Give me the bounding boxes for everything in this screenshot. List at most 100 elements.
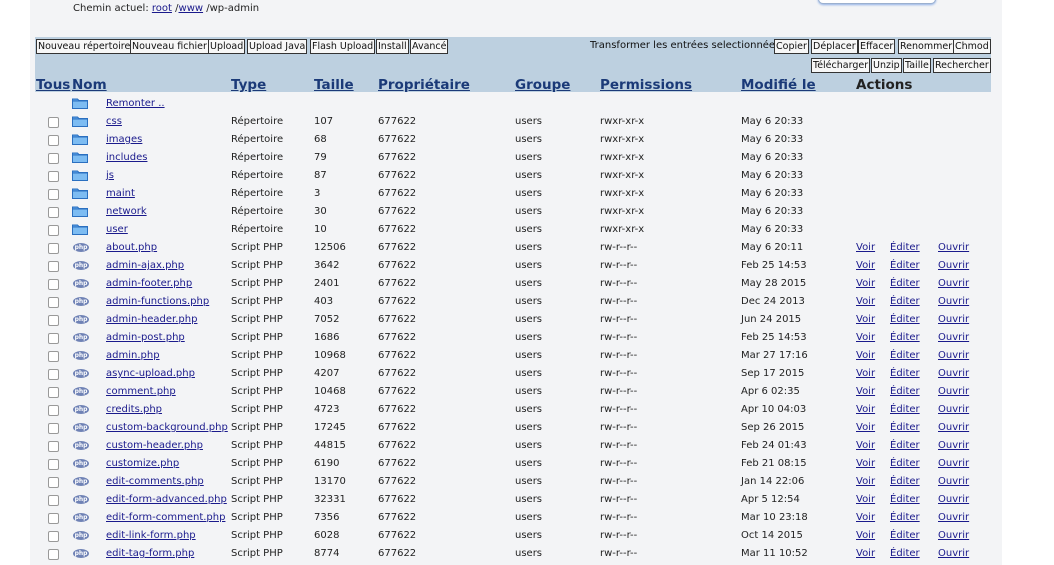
file-name-link[interactable]: admin-post.php [106,332,185,343]
col-tous[interactable]: Tous [36,77,70,93]
file-name-link[interactable]: custom-background.php [106,422,228,433]
effacer-button[interactable]: Effacer [858,39,896,54]
file-permissions[interactable]: rw-r--r-- [600,548,637,559]
edit-link[interactable]: Éditer [890,512,920,523]
view-link[interactable]: Voir [856,242,875,253]
edit-link[interactable]: Éditer [890,296,920,307]
edit-link[interactable]: Éditer [890,530,920,541]
open-link[interactable]: Ouvrir [938,296,969,307]
view-link[interactable]: Voir [856,440,875,451]
chmod-button[interactable]: Chmod [953,39,991,54]
col-nom[interactable]: Nom [72,77,107,93]
edit-link[interactable]: Éditer [890,260,920,271]
row-checkbox[interactable] [48,459,59,470]
file-permissions[interactable]: rw-r--r-- [600,512,637,523]
row-checkbox[interactable] [48,135,59,146]
file-permissions[interactable]: rw-r--r-- [600,314,637,325]
file-name-link[interactable]: admin-header.php [106,314,197,325]
file-permissions[interactable]: rw-r--r-- [600,260,637,271]
view-link[interactable]: Voir [856,548,875,559]
file-permissions[interactable]: rw-r--r-- [600,332,637,343]
file-name-link[interactable]: custom-header.php [106,440,203,451]
file-permissions[interactable]: rw-r--r-- [600,404,637,415]
nouveau-repertoire-button[interactable]: Nouveau répertoire [36,39,133,54]
file-name-link[interactable]: user [106,224,128,235]
deplacer-button[interactable]: Déplacer [811,39,858,54]
file-name-link[interactable]: edit-comments.php [106,476,204,487]
file-permissions[interactable]: rw-r--r-- [600,422,637,433]
open-link[interactable]: Ouvrir [938,386,969,397]
edit-link[interactable]: Éditer [890,314,920,325]
edit-link[interactable]: Éditer [890,386,920,397]
file-permissions[interactable]: rwxr-xr-x [600,134,644,145]
edit-link[interactable]: Éditer [890,440,920,451]
file-name-link[interactable]: credits.php [106,404,162,415]
edit-link[interactable]: Éditer [890,368,920,379]
view-link[interactable]: Voir [856,476,875,487]
file-name-link[interactable]: js [106,170,114,181]
row-checkbox[interactable] [48,171,59,182]
view-link[interactable]: Voir [856,530,875,541]
view-link[interactable]: Voir [856,314,875,325]
row-checkbox[interactable] [48,369,59,380]
open-link[interactable]: Ouvrir [938,242,969,253]
view-link[interactable]: Voir [856,386,875,397]
edit-link[interactable]: Éditer [890,476,920,487]
row-checkbox[interactable] [48,153,59,164]
file-permissions[interactable]: rwxr-xr-x [600,152,644,163]
view-link[interactable]: Voir [856,278,875,289]
file-name-link[interactable]: admin-functions.php [106,296,209,307]
file-name-link[interactable]: includes [106,152,147,163]
file-permissions[interactable]: rwxr-xr-x [600,170,644,181]
edit-link[interactable]: Éditer [890,350,920,361]
open-link[interactable]: Ouvrir [938,314,969,325]
col-groupe[interactable]: Groupe [515,77,570,93]
file-name-link[interactable]: admin-footer.php [106,278,192,289]
row-checkbox[interactable] [48,117,59,128]
view-link[interactable]: Voir [856,350,875,361]
copier-button[interactable]: Copier [774,39,809,54]
col-proprietaire[interactable]: Propriétaire [378,77,470,93]
file-permissions[interactable]: rwxr-xr-x [600,116,644,127]
row-checkbox[interactable] [48,495,59,506]
file-permissions[interactable]: rw-r--r-- [600,440,637,451]
file-permissions[interactable]: rw-r--r-- [600,458,637,469]
file-permissions[interactable]: rw-r--r-- [600,368,637,379]
view-link[interactable]: Voir [856,296,875,307]
open-link[interactable]: Ouvrir [938,368,969,379]
file-name-link[interactable]: comment.php [106,386,176,397]
row-checkbox[interactable] [48,333,59,344]
renommer-button[interactable]: Renommer [898,39,955,54]
unzip-button[interactable]: Unzip [871,58,902,73]
edit-link[interactable]: Éditer [890,422,920,433]
open-link[interactable]: Ouvrir [938,530,969,541]
row-checkbox[interactable] [48,531,59,542]
row-checkbox[interactable] [48,351,59,362]
flash-upload-button[interactable]: Flash Upload [310,39,376,54]
row-checkbox[interactable] [48,423,59,434]
file-permissions[interactable]: rw-r--r-- [600,242,637,253]
view-link[interactable]: Voir [856,368,875,379]
row-checkbox[interactable] [48,261,59,272]
edit-link[interactable]: Éditer [890,278,920,289]
parent-dir-link[interactable]: Remonter .. [106,98,165,109]
nouveau-fichier-button[interactable]: Nouveau fichier [130,39,209,54]
install-button[interactable]: Install [376,39,409,54]
file-name-link[interactable]: edit-tag-form.php [106,548,194,559]
file-name-link[interactable]: images [106,134,142,145]
view-link[interactable]: Voir [856,458,875,469]
file-name-link[interactable]: customize.php [106,458,179,469]
file-permissions[interactable]: rw-r--r-- [600,494,637,505]
telecharger-button[interactable]: Télécharger [811,58,871,73]
file-name-link[interactable]: about.php [106,242,157,253]
file-permissions[interactable]: rwxr-xr-x [600,224,644,235]
file-permissions[interactable]: rw-r--r-- [600,476,637,487]
view-link[interactable]: Voir [856,260,875,271]
search-field[interactable] [818,0,936,4]
edit-link[interactable]: Éditer [890,494,920,505]
row-checkbox[interactable] [48,279,59,290]
file-name-link[interactable]: edit-form-comment.php [106,512,225,523]
avance-button[interactable]: Avancé [410,39,449,54]
row-checkbox[interactable] [48,207,59,218]
file-name-link[interactable]: admin.php [106,350,160,361]
